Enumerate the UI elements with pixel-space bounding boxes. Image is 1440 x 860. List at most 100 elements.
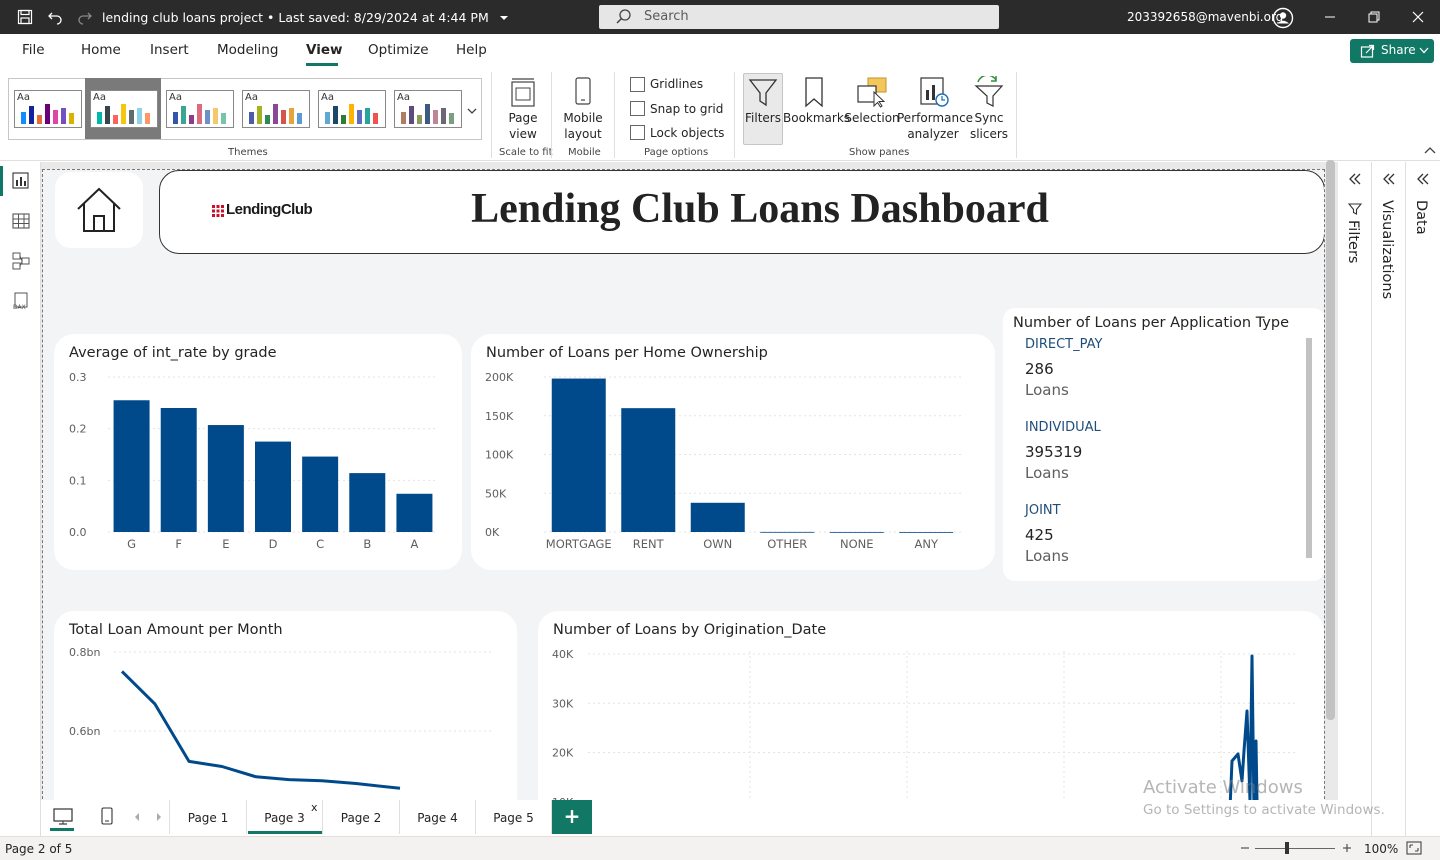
grade-chart-card[interactable]: Average of int_rate by grade 0.0 0.1 0.2 0.… bbox=[54, 334, 462, 570]
close-icon[interactable] bbox=[1410, 9, 1426, 25]
theme-swatch-bar bbox=[37, 115, 42, 124]
theme-option[interactable]: Aa bbox=[318, 90, 386, 128]
lock-objects-checkbox[interactable] bbox=[630, 125, 645, 140]
desktop-layout-icon[interactable] bbox=[52, 807, 74, 827]
undo-icon[interactable] bbox=[47, 9, 63, 25]
group-label-themes: Themes bbox=[228, 147, 268, 158]
theme-option[interactable]: Aa bbox=[394, 90, 462, 128]
search-input[interactable]: Search bbox=[599, 5, 999, 29]
dax-query-view-icon[interactable]: DAX bbox=[12, 292, 30, 310]
bar bbox=[621, 408, 676, 532]
page-tab-5[interactable]: Page 5 bbox=[476, 800, 552, 834]
page-tab-label: Page 2 bbox=[340, 811, 382, 825]
application-type-unit: Loans bbox=[1025, 547, 1069, 565]
tab-insert[interactable]: Insert bbox=[150, 42, 189, 58]
x-tick-label: D bbox=[269, 537, 278, 551]
data-pane-tab[interactable]: Data bbox=[1413, 200, 1429, 235]
theme-swatch-bar bbox=[265, 115, 270, 124]
expand-filters-icon[interactable] bbox=[1348, 172, 1362, 186]
ribbon-separator bbox=[1016, 72, 1017, 158]
application-type-card[interactable]: Number of Loans per Application Type DIR… bbox=[1003, 308, 1324, 581]
filters-pane-button[interactable]: Filters bbox=[743, 73, 783, 145]
mobile-layout-label: Mobile layout bbox=[563, 111, 603, 141]
minimize-icon[interactable] bbox=[1322, 9, 1338, 25]
mobile-layout-button[interactable]: Mobile layout bbox=[558, 74, 608, 146]
tab-modeling[interactable]: Modeling bbox=[217, 42, 278, 58]
search-placeholder: Search bbox=[644, 9, 689, 24]
account-icon[interactable] bbox=[1272, 7, 1294, 29]
theme-option[interactable]: Aa bbox=[242, 90, 310, 128]
report-view-icon[interactable] bbox=[12, 172, 30, 190]
bar bbox=[760, 531, 815, 533]
add-page-button[interactable]: + bbox=[552, 800, 592, 834]
selection-pane-button[interactable]: Selection bbox=[844, 74, 900, 146]
loan-amount-month-card[interactable]: Total Loan Amount per Month 0.8bn 0.6bn bbox=[54, 611, 517, 800]
zoom-slider-thumb[interactable] bbox=[1285, 842, 1289, 854]
share-button[interactable]: Share bbox=[1350, 39, 1434, 63]
sync-slicers-label: Sync slicers bbox=[969, 111, 1009, 141]
page-tab-3[interactable]: Page 3 x bbox=[247, 800, 323, 834]
bookmarks-label: Bookmarks bbox=[783, 111, 851, 125]
previous-page-icon[interactable] bbox=[133, 812, 141, 822]
bookmarks-pane-button[interactable]: Bookmarks bbox=[783, 74, 851, 146]
gridlines-checkbox[interactable] bbox=[630, 77, 645, 92]
zoom-in-icon[interactable] bbox=[1342, 843, 1352, 853]
loan-amount-line-chart: 0.8bn 0.6bn bbox=[69, 646, 494, 790]
redo-icon[interactable] bbox=[77, 9, 93, 25]
save-icon[interactable] bbox=[17, 9, 33, 25]
performance-analyzer-button[interactable]: Performance analyzer bbox=[897, 74, 973, 146]
theme-swatch-bar bbox=[221, 113, 226, 124]
x-tick-label: NONE bbox=[840, 537, 874, 551]
mobile-layout-icon[interactable] bbox=[100, 806, 114, 826]
tab-home[interactable]: Home bbox=[81, 42, 121, 58]
filters-pane-tab[interactable]: Filters bbox=[1345, 220, 1361, 263]
expand-visualizations-icon[interactable] bbox=[1382, 172, 1396, 186]
gallery-expand-icon[interactable] bbox=[467, 108, 477, 116]
theme-swatch-bar bbox=[425, 104, 430, 124]
x-tick-label: A bbox=[410, 537, 418, 551]
origination-line-chart: 10K20K30K40K bbox=[552, 648, 1298, 800]
theme-swatch-bar bbox=[21, 112, 26, 124]
snap-to-grid-checkbox[interactable] bbox=[630, 101, 645, 116]
theme-swatch-bar bbox=[373, 113, 378, 124]
tab-optimize[interactable]: Optimize bbox=[368, 42, 429, 58]
tab-file[interactable]: File bbox=[22, 42, 45, 58]
page-tab-2[interactable]: Page 2 bbox=[323, 800, 400, 834]
page-tab-1[interactable]: Page 1 bbox=[169, 800, 247, 834]
model-view-icon[interactable] bbox=[12, 252, 30, 270]
user-email[interactable]: 203392658@mavenbi.org bbox=[1127, 10, 1283, 24]
theme-option[interactable]: Aa bbox=[166, 90, 234, 128]
tab-help[interactable]: Help bbox=[456, 42, 487, 58]
zoom-out-icon[interactable] bbox=[1240, 843, 1250, 853]
origination-date-card[interactable]: Number of Loans by Origination_Date 10K2… bbox=[538, 611, 1324, 800]
theme-swatch-bar bbox=[213, 108, 218, 124]
table-view-icon[interactable] bbox=[12, 212, 30, 230]
y-tick-label: 40K bbox=[552, 648, 574, 661]
expand-data-icon[interactable] bbox=[1416, 172, 1430, 186]
canvas-scrollbar[interactable] bbox=[1326, 160, 1335, 720]
page-view-button[interactable]: Page view bbox=[500, 74, 546, 146]
view-switcher-rail: DAX bbox=[0, 162, 41, 836]
page-tab-4[interactable]: Page 4 bbox=[400, 800, 476, 834]
home-ownership-chart-card[interactable]: Number of Loans per Home Ownership 0K 50K… bbox=[471, 334, 995, 570]
next-page-icon[interactable] bbox=[155, 812, 163, 822]
zoom-percent: 100% bbox=[1364, 842, 1399, 856]
card-scrollbar[interactable] bbox=[1306, 338, 1312, 558]
sync-slicers-button[interactable]: Sync slicers bbox=[966, 74, 1012, 146]
tab-view[interactable]: View bbox=[306, 42, 342, 58]
theme-option[interactable]: Aa bbox=[14, 90, 82, 128]
theme-option[interactable]: Aa bbox=[90, 90, 158, 128]
visualizations-pane-tab[interactable]: Visualizations bbox=[1379, 200, 1395, 299]
fit-to-page-icon[interactable] bbox=[1406, 841, 1422, 855]
dashboard-header: LendingClub Lending Club Loans Dashboard bbox=[159, 170, 1324, 254]
zoom-slider-track[interactable] bbox=[1255, 848, 1335, 849]
home-button[interactable] bbox=[55, 172, 143, 248]
collapse-ribbon-icon[interactable] bbox=[1424, 146, 1436, 156]
document-title[interactable]: lending club loans project • Last saved:… bbox=[102, 10, 509, 25]
theme-swatch-bar bbox=[173, 112, 178, 124]
restore-icon[interactable] bbox=[1366, 9, 1382, 25]
close-page-icon[interactable]: x bbox=[311, 801, 318, 814]
search-icon bbox=[616, 9, 631, 24]
ribbon: Aa Aa Aa Aa Aa Aa Themes Page view Scale to f… bbox=[0, 66, 1440, 161]
selection-label: Selection bbox=[844, 111, 900, 125]
